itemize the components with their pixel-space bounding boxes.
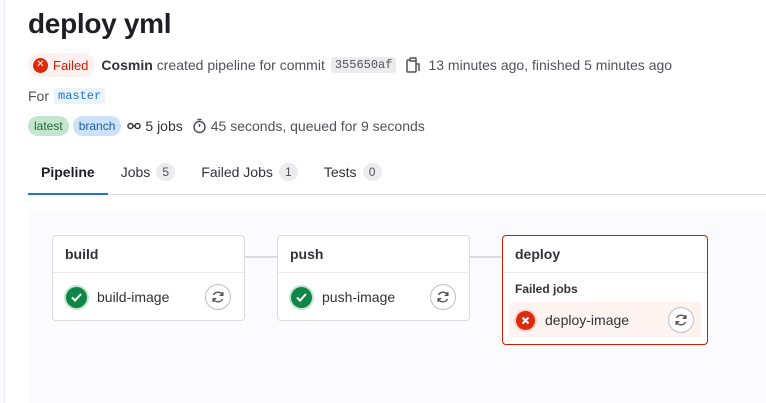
stage-title: build bbox=[53, 236, 244, 273]
x-circle-icon bbox=[516, 310, 535, 330]
commit-sha[interactable]: 355650af bbox=[330, 57, 397, 73]
check-circle-icon bbox=[66, 286, 87, 308]
tab-label: Pipeline bbox=[41, 164, 95, 180]
copy-icon-svg bbox=[406, 57, 421, 73]
stage-deploy: deploy Failed jobs deploy-image bbox=[502, 235, 708, 345]
tab-label: Jobs bbox=[120, 164, 151, 180]
job-name: deploy-image bbox=[545, 312, 630, 328]
copy-icon[interactable] bbox=[404, 56, 422, 74]
page-title: deploy yml bbox=[28, 8, 172, 39]
pipeline-tabs: Pipeline Jobs 5 Failed Jobs 1 Tests 0 bbox=[28, 150, 766, 195]
author-link[interactable]: Cosmin bbox=[101, 57, 152, 73]
job-name: push-image bbox=[322, 289, 396, 305]
retry-icon bbox=[437, 291, 449, 303]
job-build-image[interactable]: build-image bbox=[59, 279, 238, 315]
pipeline-icon bbox=[127, 122, 142, 130]
tab-label: Tests bbox=[323, 164, 357, 180]
action-text: created pipeline for commit bbox=[156, 57, 325, 73]
jobs-count-text: 5 jobs bbox=[145, 118, 183, 134]
retry-button[interactable] bbox=[668, 307, 694, 333]
pipeline-time: 13 minutes ago, finished 5 minutes ago bbox=[428, 57, 673, 73]
stage-title: push bbox=[278, 236, 469, 273]
check-circle-icon bbox=[291, 286, 312, 308]
job-push-image[interactable]: push-image bbox=[284, 279, 463, 315]
job-name: build-image bbox=[97, 289, 170, 305]
tab-count: 5 bbox=[156, 163, 176, 181]
ref-row: For master bbox=[28, 88, 106, 104]
tab-count: 1 bbox=[278, 163, 298, 181]
pipeline-graph: build build-image push push-image deploy… bbox=[28, 210, 766, 403]
retry-button[interactable] bbox=[205, 284, 231, 310]
retry-icon bbox=[675, 314, 687, 326]
tab-count: 0 bbox=[362, 163, 382, 181]
timer-icon bbox=[193, 118, 206, 134]
ref-link[interactable]: master bbox=[54, 88, 106, 104]
jobs-count: 5 jobs bbox=[127, 118, 183, 134]
x-circle-icon: ✕ bbox=[33, 57, 48, 73]
latest-badge: latest bbox=[28, 116, 69, 136]
duration: 45 seconds, queued for 9 seconds bbox=[192, 118, 425, 134]
status-badge[interactable]: ✕ Failed bbox=[28, 53, 96, 77]
tab-jobs[interactable]: Jobs 5 bbox=[108, 150, 189, 194]
pipeline-meta: ✕ Failed Cosmin created pipeline for com… bbox=[28, 53, 672, 77]
stage-build: build build-image bbox=[52, 235, 245, 321]
job-deploy-image[interactable]: deploy-image bbox=[509, 302, 701, 338]
failed-jobs-heading: Failed jobs bbox=[515, 282, 578, 296]
branch-badge: branch bbox=[72, 116, 122, 136]
tab-failed-jobs[interactable]: Failed Jobs 1 bbox=[188, 150, 311, 194]
for-label: For bbox=[28, 88, 49, 104]
tab-label: Failed Jobs bbox=[201, 164, 273, 180]
tab-tests[interactable]: Tests 0 bbox=[311, 150, 395, 194]
stage-connector bbox=[470, 256, 502, 258]
badge-row: latest branch 5 jobs 45 seconds, queued … bbox=[28, 116, 425, 136]
stage-connector bbox=[245, 256, 277, 258]
stage-title: deploy bbox=[503, 236, 707, 273]
duration-text: 45 seconds, queued for 9 seconds bbox=[210, 118, 425, 134]
stage-push: push push-image bbox=[277, 235, 470, 321]
sidebar-edge bbox=[0, 0, 5, 403]
tab-pipeline[interactable]: Pipeline bbox=[28, 150, 108, 195]
retry-button[interactable] bbox=[430, 284, 456, 310]
status-label: Failed bbox=[53, 57, 89, 73]
retry-icon bbox=[212, 291, 224, 303]
